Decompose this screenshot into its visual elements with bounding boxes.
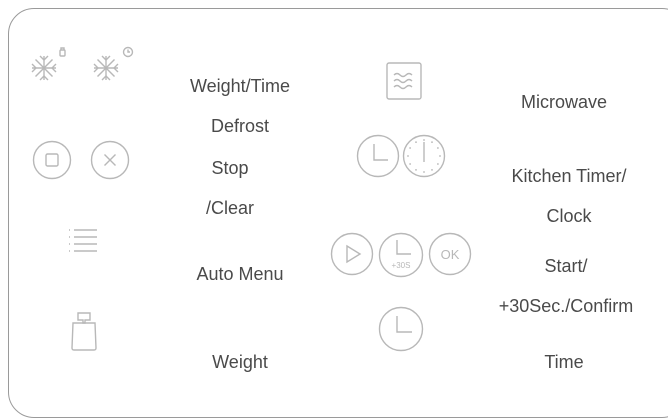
plus-30-seconds-text: +30S [392,261,411,270]
label-line: Stop [211,158,249,178]
label-line: Time [544,352,584,372]
stop-clear-label: Stop /Clear [180,138,280,238]
label-line: Microwave [520,92,608,112]
label-line: Clock [546,206,592,226]
time-icon[interactable] [378,306,424,352]
confirm-ok-icon[interactable]: OK [428,232,472,276]
start-confirm-label: Start/ +30Sec./Confirm [476,236,656,336]
time-label: Time [494,332,634,392]
label-line: Weight/Time [189,76,291,96]
weight-label: Weight [170,332,310,392]
defrost-time-snowflake-icon[interactable] [90,46,136,90]
kitchen-timer-icon[interactable] [356,134,400,178]
label-line: +30Sec./Confirm [498,296,634,316]
clear-icon[interactable] [90,140,130,180]
label-line: Weight [212,352,268,372]
label-line: Defrost [210,116,270,136]
label-line: Start/ [544,256,588,276]
plus-30-seconds-icon[interactable]: +30S [378,232,424,278]
stop-icon[interactable] [32,140,72,180]
label-line: /Clear [205,198,254,218]
weight-icon[interactable] [68,310,100,352]
auto-menu-label: Auto Menu [170,244,310,304]
start-play-icon[interactable] [330,232,374,276]
label-line: Auto Menu [196,264,284,284]
clock-icon[interactable] [402,134,446,178]
defrost-weight-snowflake-icon[interactable] [26,46,70,90]
kitchen-timer-clock-label: Kitchen Timer/ Clock [484,146,654,246]
microwave-label: Microwave [494,72,634,132]
ok-text: OK [441,247,460,262]
label-line: Kitchen Timer/ [511,166,627,186]
auto-menu-list-icon[interactable] [66,226,100,256]
microwave-icon[interactable] [386,62,422,100]
